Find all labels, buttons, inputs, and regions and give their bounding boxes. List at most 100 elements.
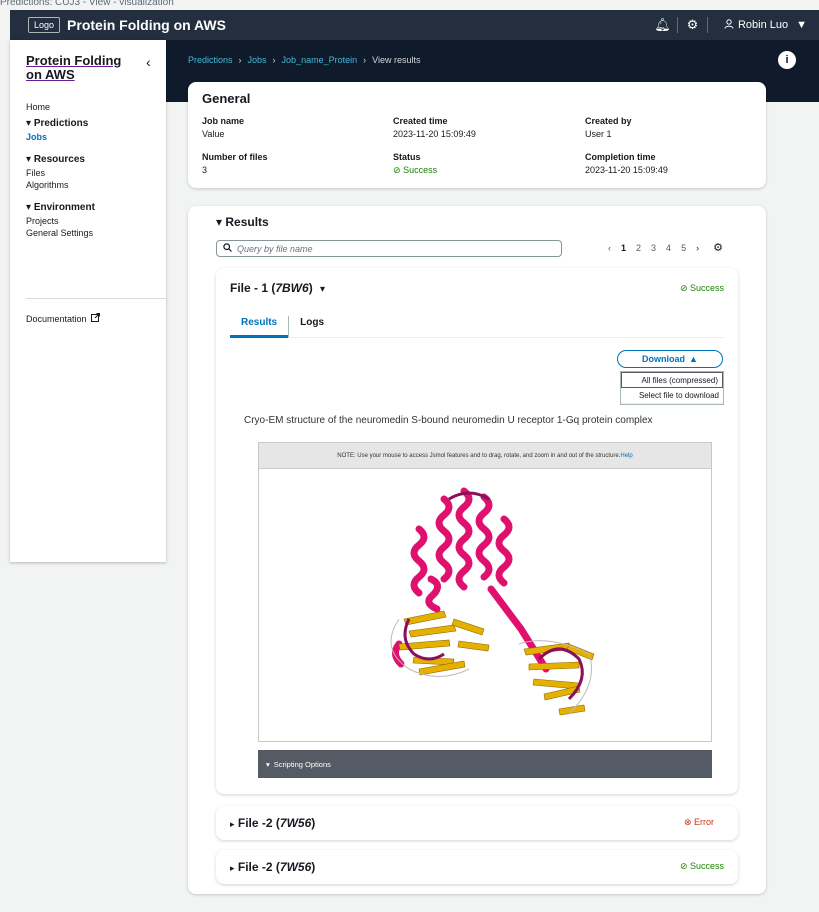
chevron-left-icon[interactable]: ‹	[608, 243, 611, 253]
sidebar-title[interactable]: Protein Folding on AWS	[26, 54, 138, 82]
breadcrumb-job-name[interactable]: Job_name_Protein	[282, 55, 358, 65]
page-4[interactable]: 4	[666, 243, 671, 253]
page-5[interactable]: 5	[681, 243, 686, 253]
sidebar-item-jobs[interactable]: Jobs	[26, 131, 95, 143]
page-caption: Predictions: CUJ3 - View - visualization	[0, 0, 174, 8]
tab-results[interactable]: Results	[230, 316, 289, 338]
check-circle-icon: ⊘	[393, 165, 401, 175]
tab-bar: Results Logs	[230, 316, 724, 338]
breadcrumb-current: View results	[372, 55, 421, 65]
page-1[interactable]: 1	[621, 243, 626, 253]
bell-icon[interactable]: 🔔︎	[648, 17, 678, 33]
help-link[interactable]: Help	[620, 453, 632, 459]
general-title: General	[202, 91, 251, 106]
user-menu[interactable]: Robin Luo ▼	[708, 18, 819, 32]
download-button[interactable]: Download ▲	[617, 350, 723, 368]
logo[interactable]: Logo	[28, 17, 61, 33]
file-title[interactable]: ▸ File -2 (7W56)	[230, 816, 315, 830]
gear-icon[interactable]: ⚙	[678, 17, 708, 33]
status-text: Success	[689, 861, 724, 871]
sidebar-nav: Home ▾ Predictions Jobs ▾ Resources File…	[26, 101, 95, 239]
caret-right-icon: ▸	[230, 819, 235, 829]
results-title: Results	[225, 215, 269, 229]
info-icon[interactable]: i	[778, 51, 796, 69]
close-sidebar-icon[interactable]: ‹	[146, 54, 151, 70]
file-card-2: ▸ File -2 (7W56) ⊗ Error	[216, 806, 738, 840]
file-card-3: ▸ File -2 (7W56) ⊘ Success	[216, 850, 738, 884]
status-text: Success	[403, 165, 438, 175]
top-navigation: Logo Protein Folding on AWS 🔔︎ ⚙ Robin L…	[10, 10, 819, 40]
field-job-name: Job name Value	[202, 116, 244, 139]
chevron-down-icon: ▼	[796, 19, 807, 31]
field-value: 3	[202, 165, 208, 175]
status-badge: ⊘ Success	[393, 165, 437, 176]
field-label: Job name	[202, 116, 245, 126]
sidebar-item-home[interactable]: Home	[26, 101, 95, 113]
scripting-options-toggle[interactable]: ▾ Scripting Options	[258, 750, 712, 778]
page-2[interactable]: 2	[636, 243, 641, 253]
sidebar-divider	[26, 298, 166, 299]
scripting-label: Scripting Options	[273, 759, 331, 769]
file-title[interactable]: File - 1 (7BW6) ▾	[230, 281, 325, 295]
pagination: ‹ 1 2 3 4 5 › ⚙	[608, 241, 723, 254]
tab-logs[interactable]: Logs	[288, 316, 335, 337]
sidebar-item-documentation[interactable]: Documentation	[26, 313, 100, 324]
jsmol-viewer[interactable]: NOTE: Use your mouse to access Jsmol fea…	[258, 442, 712, 742]
field-value: User 1	[585, 129, 612, 139]
sidebar: Protein Folding on AWS ‹ Home ▾ Predicti…	[10, 40, 166, 562]
file-title-suffix: )	[311, 860, 316, 874]
status-badge: ⊘ Success	[679, 861, 724, 871]
documentation-label: Documentation	[26, 313, 87, 324]
field-created-time: Created time 2023-11-20 15:09:49	[393, 116, 476, 139]
sidebar-item-projects[interactable]: Projects	[26, 215, 95, 227]
sidebar-item-general-settings[interactable]: General Settings	[26, 227, 95, 239]
file-title[interactable]: ▸ File -2 (7W56)	[230, 860, 315, 874]
structure-title: Cryo-EM structure of the neuromedin S-bo…	[244, 415, 653, 426]
caret-up-icon: ▲	[689, 354, 698, 364]
file-card-1: File - 1 (7BW6) ▾ ⊘ Success Results Logs…	[216, 268, 738, 794]
file-title-prefix: File -2 (	[237, 816, 280, 830]
field-label: Status	[393, 152, 421, 162]
file-title-prefix: File -2 (	[237, 860, 280, 874]
status-badge: ⊘ Success	[679, 283, 724, 293]
chevron-right-icon[interactable]: ›	[696, 243, 699, 253]
user-icon	[724, 18, 734, 32]
download-menu: All files (compressed) Select file to do…	[620, 371, 724, 405]
menu-item-select-file[interactable]: Select file to download	[621, 388, 723, 404]
file-code: 7W56	[279, 816, 312, 830]
external-link-icon	[90, 313, 100, 324]
file-code: 7W56	[279, 860, 312, 874]
breadcrumb: Predictions › Jobs › Job_name_Protein › …	[188, 55, 420, 65]
file-title-prefix: File - 1 (	[230, 281, 276, 295]
search-input[interactable]: Query by file name	[216, 240, 562, 257]
sidebar-section-environment[interactable]: ▾ Environment	[26, 201, 95, 215]
page-3[interactable]: 3	[651, 243, 656, 253]
menu-item-all-files[interactable]: All files (compressed)	[621, 372, 723, 388]
status-text: Error	[694, 817, 714, 827]
field-label: Created by	[585, 116, 632, 126]
field-label: Number of files	[202, 152, 268, 162]
gear-icon[interactable]: ⚙	[713, 241, 723, 254]
sidebar-section-predictions[interactable]: ▾ Predictions	[26, 117, 95, 131]
viewer-note: NOTE: Use your mouse to access Jsmol fea…	[259, 443, 711, 469]
breadcrumb-jobs[interactable]: Jobs	[248, 55, 267, 65]
file-title-suffix: )	[308, 281, 313, 295]
results-header[interactable]: ▾ Results	[216, 215, 269, 229]
sidebar-section-label: Predictions	[33, 118, 89, 129]
field-completion-time: Completion time 2023-11-20 15:09:49	[585, 152, 668, 175]
field-label: Completion time	[585, 152, 656, 162]
sidebar-section-resources[interactable]: ▾ Resources	[26, 153, 95, 167]
field-number-of-files: Number of files 3	[202, 152, 268, 175]
viewer-note-text: NOTE: Use your mouse to access Jsmol fea…	[337, 452, 621, 459]
results-panel: ▾ Results Query by file name ‹ 1 2 3 4 5…	[188, 206, 766, 894]
nav-utilities: 🔔︎ ⚙ Robin Luo ▼	[648, 10, 819, 40]
breadcrumb-predictions[interactable]: Predictions	[188, 55, 233, 65]
field-created-by: Created by User 1	[585, 116, 632, 139]
app-title[interactable]: Protein Folding on AWS	[67, 17, 226, 33]
sidebar-item-files[interactable]: Files	[26, 167, 95, 179]
field-value: 2023-11-20 15:09:49	[585, 165, 668, 175]
sidebar-section-label: Resources	[33, 154, 85, 165]
download-label: Download	[642, 354, 686, 364]
sidebar-item-algorithms[interactable]: Algorithms	[26, 179, 95, 191]
chevron-right-icon: ›	[363, 55, 367, 65]
